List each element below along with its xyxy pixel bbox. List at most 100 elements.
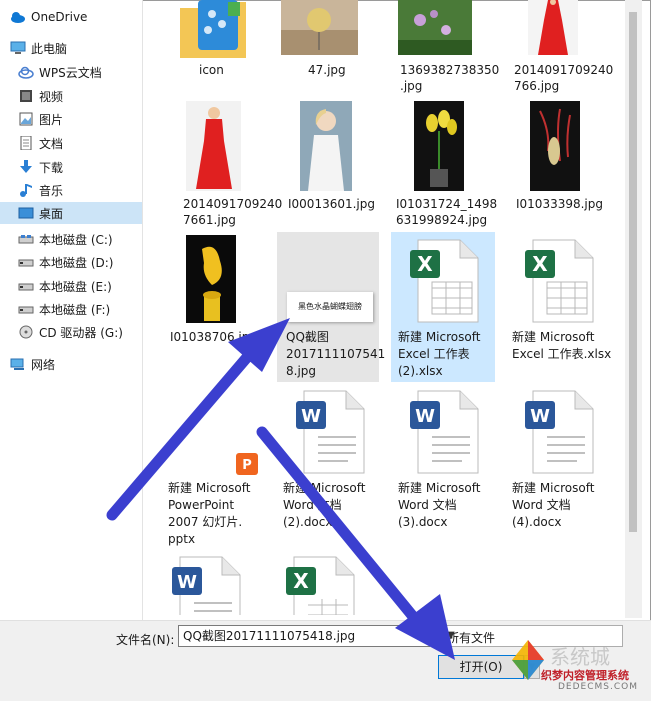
file-name-line2: Excel 工作表.xlsx — [512, 347, 612, 361]
sidebar-item-label: 文档 — [39, 136, 64, 151]
file-name-line2: 766.jpg — [514, 79, 560, 93]
sidebar-item-music[interactable]: 音乐 — [18, 179, 160, 201]
file-name-line3: 8.jpg — [286, 364, 317, 378]
word-icon: W — [172, 556, 241, 615]
file-name-line2: .jpg — [400, 79, 423, 93]
svg-text:W: W — [530, 406, 550, 427]
scrollbar-thumb[interactable] — [629, 12, 637, 532]
svg-text:W: W — [415, 406, 435, 427]
thumbnail-i01031724-jpg — [414, 101, 464, 191]
svg-text:W: W — [177, 572, 197, 593]
file-name-line3: (4).docx — [512, 515, 562, 529]
document-icon — [18, 135, 34, 151]
file-name: I01038706.jpg — [170, 330, 257, 344]
thumbnail-i01038706-jpg — [186, 235, 236, 323]
file-name-line2: Word 文档 — [283, 498, 342, 512]
file-name-line2: 2017111107541 — [286, 347, 386, 361]
powerpoint-icon: P — [236, 453, 258, 475]
sidebar-item-label: 本地磁盘 (C:) — [39, 232, 113, 247]
file-name-line1: 新建 Microsoft — [168, 481, 251, 495]
svg-text:系统城: 系统城 — [550, 645, 610, 669]
sidebar-item-label: 视频 — [39, 89, 64, 104]
file-name-line2: 7661.jpg — [183, 213, 236, 227]
file-name-line1: QQ截图 — [286, 330, 329, 344]
sidebar-item-pictures[interactable]: 图片 — [18, 108, 160, 130]
video-icon — [18, 89, 34, 103]
file-name-line3: 2007 幻灯片. — [168, 515, 243, 529]
file-name-line4: pptx — [168, 532, 196, 546]
sidebar-item-label: 音乐 — [39, 183, 64, 198]
file-name-line1: 新建 Microsoft — [283, 481, 366, 495]
word-icon: W — [410, 390, 479, 474]
sidebar-item-label: CD 驱动器 (G:) — [39, 325, 123, 340]
sidebar-item-drive-e[interactable]: 本地磁盘 (E:) — [18, 275, 160, 297]
sidebar-item-drive-f[interactable]: 本地磁盘 (F:) — [18, 298, 160, 320]
watermark-url: DEDECMS.COM — [558, 682, 638, 692]
cloud-icon — [10, 10, 26, 24]
drive-icon — [18, 255, 34, 269]
file-name-line2: Excel 工作表 — [398, 347, 470, 361]
sidebar-item-wps-cloud[interactable]: WPS云文档 — [18, 61, 160, 83]
thumbnail-i00013601-jpg — [300, 101, 352, 191]
cloud-icon — [18, 65, 34, 79]
file-list: icon 47.jpg 1369382738350 .jpg 201409170… — [148, 0, 618, 615]
file-name-line1: I01031724_1498 — [396, 197, 498, 211]
sidebar-item-label: WPS云文档 — [39, 65, 102, 80]
download-icon — [18, 160, 34, 174]
sidebar-item-drive-c[interactable]: 本地磁盘 (C:) — [18, 228, 160, 250]
sidebar-item-this-pc[interactable]: 此电脑 — [10, 37, 152, 59]
sidebar-item-label: 本地磁盘 (F:) — [39, 302, 111, 317]
file-name-line3: (2).xlsx — [398, 364, 443, 378]
sidebar-item-label: 此电脑 — [31, 41, 68, 56]
music-icon — [18, 183, 34, 197]
file-name-line2: Word 文档 — [512, 498, 571, 512]
folder-icon — [180, 0, 246, 58]
sidebar-item-downloads[interactable]: 下载 — [18, 156, 160, 178]
sidebar-item-network[interactable]: 网络 — [10, 353, 152, 375]
network-icon — [10, 357, 26, 371]
sidebar-item-drive-d[interactable]: 本地磁盘 (D:) — [18, 251, 160, 273]
sidebar-item-documents[interactable]: 文档 — [18, 132, 160, 154]
file-name-line1: 新建 Microsoft — [512, 481, 595, 495]
svg-text:W: W — [301, 406, 321, 427]
drive-icon — [18, 279, 34, 293]
sidebar-item-label: 本地磁盘 (E:) — [39, 279, 112, 294]
sidebar-item-onedrive[interactable]: OneDrive — [10, 6, 152, 28]
excel-icon: X — [410, 239, 479, 323]
thumbnail-20140917092407661-jpg — [186, 101, 241, 191]
thumbnail-1369382738350-jpg — [398, 0, 472, 55]
sidebar-item-videos[interactable]: 视频 — [18, 85, 160, 107]
filename-input[interactable]: QQ截图20171111075418.jpg — [178, 625, 430, 647]
word-icon: W — [525, 390, 594, 474]
sidebar-item-label: 网络 — [31, 357, 56, 372]
navigation-pane: OneDrive 此电脑 WPS云文档 视频 图片 文档 下载 音乐 桌面 本地… — [0, 0, 142, 620]
file-name-line2: 631998924.jpg — [396, 213, 488, 227]
svg-text:P: P — [242, 458, 252, 473]
computer-icon — [10, 41, 26, 55]
file-name-line1: 1369382738350 — [400, 63, 500, 77]
desktop-icon — [18, 206, 34, 220]
file-name-line2: Word 文档 — [398, 498, 457, 512]
word-icon: W — [296, 390, 365, 474]
sidebar-item-desktop[interactable]: 桌面 — [0, 202, 142, 224]
watermark-text: 织梦内容管理系统 — [541, 669, 629, 682]
thumbnail-caption: 黑色水晶蝴蝶翅膀 — [298, 302, 362, 311]
drive-icon — [18, 302, 34, 316]
file-name: 47.jpg — [308, 63, 346, 77]
excel-icon: X — [286, 556, 355, 615]
file-name-line1: 新建 Microsoft — [512, 330, 595, 344]
pane-divider[interactable] — [142, 0, 143, 620]
sidebar-item-label: 本地磁盘 (D:) — [39, 255, 114, 270]
picture-icon — [18, 112, 34, 126]
thumbnail-qq-screenshot: 黑色水晶蝴蝶翅膀 — [287, 292, 373, 322]
sidebar-item-label: 桌面 — [39, 206, 64, 221]
sidebar-item-cd-drive[interactable]: CD 驱动器 (G:) — [18, 321, 160, 343]
sidebar-item-label: 下载 — [39, 160, 64, 175]
sidebar-item-label: 图片 — [39, 112, 64, 127]
excel-icon: X — [525, 239, 594, 323]
file-name-line2: PowerPoint — [168, 498, 235, 512]
drive-icon — [18, 232, 34, 246]
cd-drive-icon — [18, 325, 34, 339]
thumbnail-47-jpg — [281, 0, 358, 55]
svg-text:X: X — [532, 252, 548, 276]
